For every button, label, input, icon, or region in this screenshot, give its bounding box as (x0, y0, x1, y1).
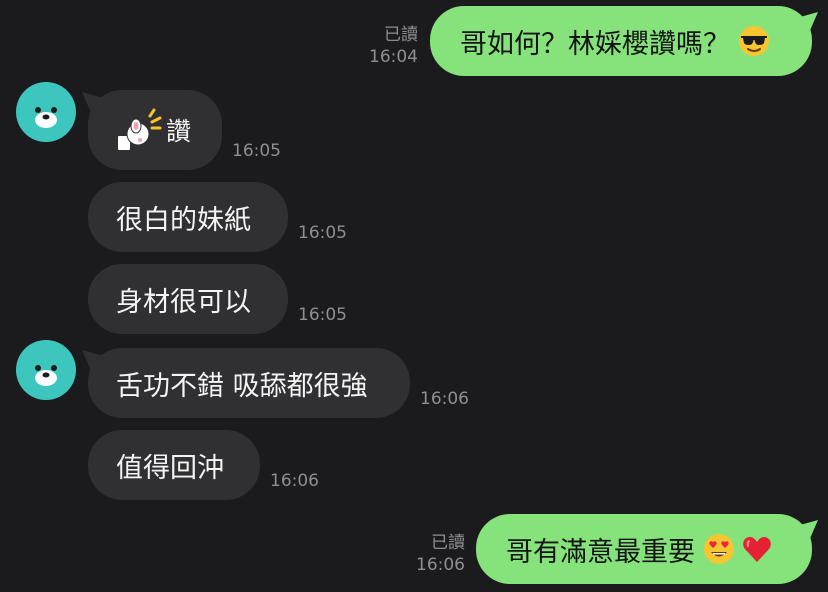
red-heart-icon (741, 533, 773, 565)
message-time: 16:06 (420, 389, 469, 409)
message-bubble[interactable]: 身材很可以 (88, 264, 288, 334)
message-text: 舌功不錯 吸舔都很強 (116, 370, 368, 402)
read-label: 已讀 (431, 533, 465, 553)
message-bubble[interactable]: 哥有滿意最重要 (476, 514, 812, 584)
contact-avatar[interactable] (16, 82, 76, 142)
message-time: 16:05 (232, 141, 281, 161)
message-text: 身材很可以 (116, 286, 251, 318)
message-text: 很白的妹紙 (116, 204, 251, 236)
message-text: 值得回沖 (116, 452, 224, 484)
message-time: 16:05 (298, 223, 347, 243)
message-time: 16:06 (416, 555, 465, 575)
message-bubble[interactable]: 哥如何？林婇櫻讚嗎？ (430, 6, 812, 76)
message-time: 16:05 (298, 305, 347, 325)
message-bubble[interactable]: 舌功不錯 吸舔都很強 (88, 348, 410, 418)
message-text: 哥有滿意最重要 (506, 536, 695, 568)
message-time: 16:06 (270, 471, 319, 491)
message-bubble[interactable]: 值得回沖 (88, 430, 260, 500)
sunglasses-face-icon (738, 25, 770, 57)
contact-avatar[interactable] (16, 340, 76, 400)
message-bubble[interactable]: 很白的妹紙 (88, 182, 288, 252)
heart-eyes-face-icon (703, 533, 735, 565)
message-bubble[interactable]: 讚 (88, 90, 222, 170)
message-time: 16:04 (369, 47, 418, 67)
read-receipt: 已讀 16:06 (395, 532, 465, 576)
read-label: 已讀 (384, 25, 418, 45)
thumbs-up-sticker-icon (114, 108, 164, 152)
message-text: 讚 (166, 117, 192, 146)
read-receipt: 已讀 16:04 (348, 24, 418, 68)
message-text: 哥如何？林婇櫻讚嗎？ (460, 28, 730, 60)
